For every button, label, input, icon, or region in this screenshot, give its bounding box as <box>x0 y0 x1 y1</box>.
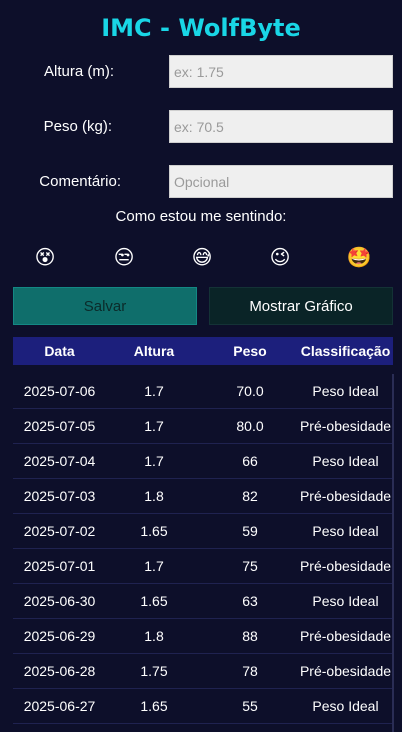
table-row[interactable]: 2025-07-05 1.7 80.0 Pré-obesidade <box>13 409 393 444</box>
cell-height: 1.7 <box>144 418 164 434</box>
history-table[interactable]: 2025-07-06 1.7 70.0 Peso Ideal 2025-07-05 1.7… <box>13 374 393 724</box>
unamused-face-icon[interactable]: 😒 <box>112 245 136 269</box>
column-header-date[interactable]: Data <box>13 337 106 365</box>
cell-weight: 70.0 <box>236 383 264 399</box>
cell-date: 2025-07-05 <box>23 418 96 434</box>
cell-weight: 88 <box>242 628 258 644</box>
table-row[interactable]: 2025-06-29 1.8 88 Pré-obesidade <box>13 619 393 654</box>
table-row[interactable]: 2025-07-03 1.8 82 Pré-obesidade <box>13 479 393 514</box>
show-chart-button[interactable]: Mostrar Gráfico <box>209 287 393 325</box>
sweat-smile-face-icon[interactable]: 😅 <box>190 245 214 269</box>
column-header-classification[interactable]: Classificação <box>298 337 393 365</box>
table-scrollbar[interactable] <box>392 374 394 732</box>
table-row[interactable]: 2025-07-04 1.7 66 Peso Ideal <box>13 444 393 479</box>
cell-weight: 66 <box>242 453 258 469</box>
cell-height: 1.65 <box>140 523 168 539</box>
cell-classification: Pré-obesidade <box>299 628 392 644</box>
cell-classification: Peso Ideal <box>312 383 379 399</box>
table-row[interactable]: 2025-06-27 1.65 55 Peso Ideal <box>13 689 393 724</box>
save-button[interactable]: Salvar <box>13 287 197 325</box>
table-row[interactable]: 2025-06-30 1.65 63 Peso Ideal <box>13 584 393 619</box>
weight-label: Peso (kg): <box>43 118 112 135</box>
star-struck-face-icon[interactable]: 🤩 <box>347 245 372 269</box>
cell-classification: Pré-obesidade <box>299 488 392 504</box>
dizzy-face-icon[interactable]: 😵 <box>33 245 57 269</box>
table-row[interactable]: 2025-07-06 1.7 70.0 Peso Ideal <box>13 374 393 409</box>
table-header: Data Altura Peso Classificação <box>13 337 393 365</box>
cell-classification: Peso Ideal <box>312 593 379 609</box>
winking-face-icon[interactable]: 😉 <box>268 245 292 269</box>
cell-classification: Peso Ideal <box>312 453 379 469</box>
cell-classification: Pré-obesidade <box>299 663 392 679</box>
cell-weight: 82 <box>242 488 258 504</box>
cell-classification: Peso Ideal <box>312 698 379 714</box>
height-label: Altura (m): <box>43 63 114 80</box>
cell-weight: 55 <box>242 698 258 714</box>
comment-input[interactable] <box>169 165 393 198</box>
cell-classification: Peso Ideal <box>312 523 379 539</box>
height-input[interactable] <box>169 55 393 88</box>
cell-height: 1.65 <box>140 593 168 609</box>
cell-weight: 59 <box>242 523 258 539</box>
cell-date: 2025-07-02 <box>23 523 96 539</box>
weight-input[interactable] <box>169 110 393 143</box>
comment-label: Comentário: <box>39 173 121 190</box>
app-title: IMC - WolfByte <box>101 14 301 42</box>
column-header-height[interactable]: Altura <box>106 337 202 365</box>
cell-date: 2025-07-03 <box>23 488 96 504</box>
cell-height: 1.7 <box>144 558 164 574</box>
cell-weight: 78 <box>242 663 258 679</box>
table-row[interactable]: 2025-07-01 1.7 75 Pré-obesidade <box>13 549 393 584</box>
cell-weight: 75 <box>242 558 258 574</box>
cell-date: 2025-07-06 <box>23 383 96 399</box>
cell-date: 2025-07-04 <box>23 453 96 469</box>
cell-height: 1.65 <box>140 698 168 714</box>
cell-height: 1.75 <box>140 663 168 679</box>
cell-date: 2025-06-30 <box>23 593 96 609</box>
cell-height: 1.8 <box>144 628 164 644</box>
cell-weight: 80.0 <box>236 418 264 434</box>
cell-weight: 63 <box>242 593 258 609</box>
cell-date: 2025-07-01 <box>23 558 96 574</box>
table-row[interactable]: 2025-07-02 1.65 59 Peso Ideal <box>13 514 393 549</box>
cell-classification: Pré-obesidade <box>299 558 392 574</box>
cell-date: 2025-06-27 <box>23 698 96 714</box>
cell-date: 2025-06-28 <box>23 663 96 679</box>
table-row[interactable]: 2025-06-28 1.75 78 Pré-obesidade <box>13 654 393 689</box>
cell-height: 1.7 <box>144 453 164 469</box>
cell-height: 1.8 <box>144 488 164 504</box>
column-header-weight[interactable]: Peso <box>202 337 298 365</box>
mood-prompt: Como estou me sentindo: <box>115 208 287 225</box>
cell-height: 1.7 <box>144 383 164 399</box>
cell-classification: Pré-obesidade <box>299 418 392 434</box>
cell-date: 2025-06-29 <box>23 628 96 644</box>
